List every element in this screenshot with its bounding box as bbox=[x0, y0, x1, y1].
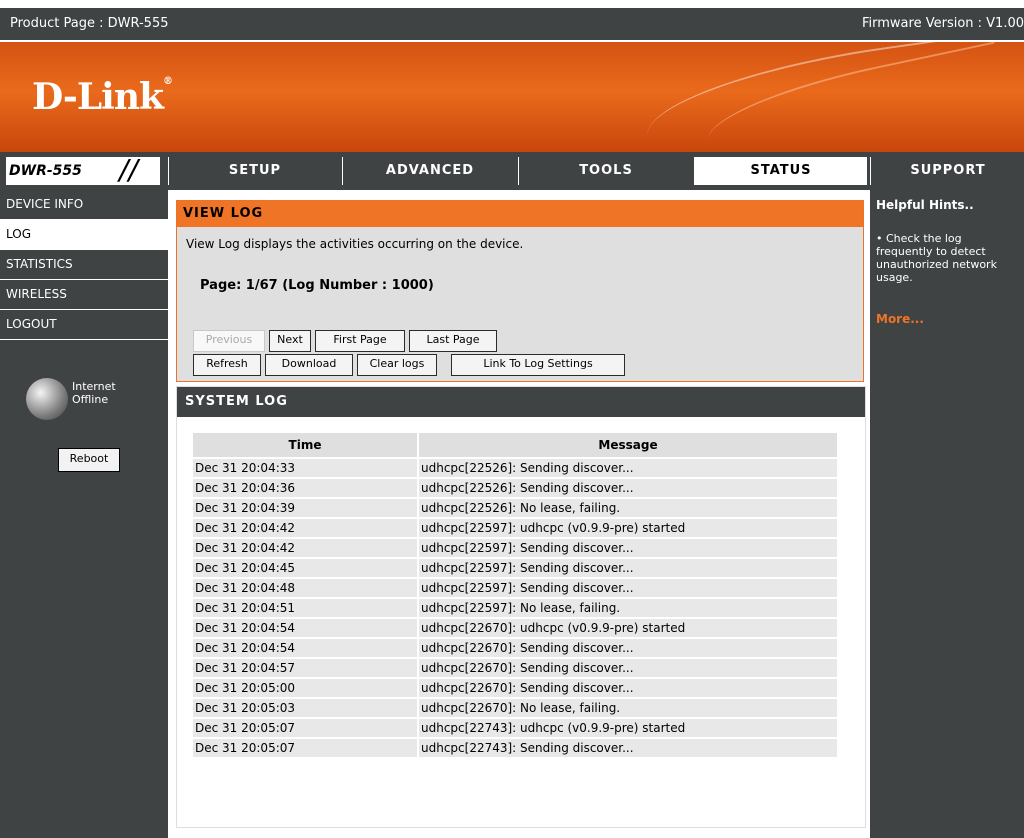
tab-support[interactable]: SUPPORT bbox=[870, 157, 1024, 185]
log-time-cell: Dec 31 20:04:57 bbox=[193, 659, 417, 677]
system-log-title: SYSTEM LOG bbox=[177, 387, 865, 417]
table-row: Dec 31 20:04:54 udhcpc[22670]: udhcpc (v0… bbox=[193, 619, 837, 637]
log-message-cell: udhcpc[22526]: Sending discover... bbox=[419, 479, 837, 497]
log-time-cell: Dec 31 20:04:45 bbox=[193, 559, 417, 577]
log-message-cell: udhcpc[22526]: Sending discover... bbox=[419, 459, 837, 477]
column-message: Message bbox=[419, 433, 837, 457]
log-time-cell: Dec 31 20:04:51 bbox=[193, 599, 417, 617]
log-time-cell: Dec 31 20:04:42 bbox=[193, 539, 417, 557]
log-time-cell: Dec 31 20:04:33 bbox=[193, 459, 417, 477]
log-message-cell: udhcpc[22670]: Sending discover... bbox=[419, 639, 837, 657]
log-time-cell: Dec 31 20:04:36 bbox=[193, 479, 417, 497]
more-link[interactable]: More... bbox=[876, 312, 924, 326]
next-button[interactable]: Next bbox=[269, 330, 311, 352]
log-time-cell: Dec 31 20:05:00 bbox=[193, 679, 417, 697]
helpful-hints-title: Helpful Hints.. bbox=[876, 198, 974, 212]
clear-logs-button[interactable]: Clear logs bbox=[357, 354, 437, 376]
log-message-cell: udhcpc[22670]: Sending discover... bbox=[419, 679, 837, 697]
log-time-cell: Dec 31 20:05:07 bbox=[193, 719, 417, 737]
table-row: Dec 31 20:04:45 udhcpc[22597]: Sending di… bbox=[193, 559, 837, 577]
top-bar-strip: Product Page : DWR-555 Firmware Version … bbox=[0, 8, 1024, 40]
table-row: Dec 31 20:04:54 udhcpc[22670]: Sending di… bbox=[193, 639, 837, 657]
tab-setup[interactable]: SETUP bbox=[168, 157, 341, 185]
reboot-button[interactable]: Reboot bbox=[58, 448, 120, 472]
table-row: Dec 31 20:04:57 udhcpc[22670]: Sending di… bbox=[193, 659, 837, 677]
firmware-version-label: Firmware Version : V1.00 bbox=[862, 16, 1024, 31]
log-message-cell: udhcpc[22597]: Sending discover... bbox=[419, 559, 837, 577]
sidebar: DEVICE INFO LOG STATISTICS WIRELESS LOGO… bbox=[0, 190, 168, 838]
sidebar-item-log[interactable]: LOG bbox=[0, 220, 168, 250]
table-row: Dec 31 20:04:42 udhcpc[22597]: udhcpc (v0… bbox=[193, 519, 837, 537]
view-log-panel: VIEW LOG View Log displays the activitie… bbox=[176, 200, 864, 382]
main-content: VIEW LOG View Log displays the activitie… bbox=[168, 190, 870, 838]
table-row: Dec 31 20:04:36 udhcpc[22526]: Sending di… bbox=[193, 479, 837, 497]
dlink-logo: D-Link® bbox=[32, 76, 173, 118]
log-message-cell: udhcpc[22597]: Sending discover... bbox=[419, 579, 837, 597]
model-badge: DWR-555 // bbox=[6, 153, 160, 186]
log-time-cell: Dec 31 20:04:42 bbox=[193, 519, 417, 537]
view-log-description: View Log displays the activities occurri… bbox=[186, 237, 524, 251]
first-page-button[interactable]: First Page bbox=[315, 330, 405, 352]
log-message-cell: udhcpc[22670]: No lease, failing. bbox=[419, 699, 837, 717]
table-row: Dec 31 20:04:42 udhcpc[22597]: Sending di… bbox=[193, 539, 837, 557]
helpful-hints-text: • Check the log frequently to detect una… bbox=[876, 232, 997, 284]
tab-status[interactable]: STATUS bbox=[694, 157, 867, 185]
internet-status: Internet Offline bbox=[26, 378, 146, 428]
page-info: Page: 1/67 (Log Number : 1000) bbox=[200, 278, 434, 293]
log-time-cell: Dec 31 20:04:48 bbox=[193, 579, 417, 597]
log-time-cell: Dec 31 20:04:39 bbox=[193, 499, 417, 517]
log-time-cell: Dec 31 20:05:07 bbox=[193, 739, 417, 757]
last-page-button[interactable]: Last Page bbox=[409, 330, 497, 352]
log-message-cell: udhcpc[22597]: Sending discover... bbox=[419, 539, 837, 557]
link-to-log-settings-button[interactable]: Link To Log Settings bbox=[451, 354, 625, 376]
table-row: Dec 31 20:05:07 udhcpc[22743]: udhcpc (v0… bbox=[193, 719, 837, 737]
table-row: Dec 31 20:05:03 udhcpc[22670]: No lease, … bbox=[193, 699, 837, 717]
product-page-label: Product Page : DWR-555 bbox=[10, 16, 169, 31]
log-message-cell: udhcpc[22597]: No lease, failing. bbox=[419, 599, 837, 617]
sidebar-item-device-info[interactable]: DEVICE INFO bbox=[0, 190, 168, 220]
log-time-cell: Dec 31 20:04:54 bbox=[193, 619, 417, 637]
brand-banner: D-Link® bbox=[0, 42, 1024, 152]
internet-status-text: Internet Offline bbox=[72, 380, 116, 406]
table-row: Dec 31 20:04:48 udhcpc[22597]: Sending di… bbox=[193, 579, 837, 597]
tab-tools[interactable]: TOOLS bbox=[518, 157, 693, 185]
log-message-cell: udhcpc[22670]: Sending discover... bbox=[419, 659, 837, 677]
log-time-cell: Dec 31 20:05:03 bbox=[193, 699, 417, 717]
main-nav: DWR-555 // SETUP ADVANCED TOOLS STATUS S… bbox=[0, 152, 1024, 190]
refresh-button[interactable]: Refresh bbox=[193, 354, 261, 376]
column-time: Time bbox=[193, 433, 417, 457]
table-row: Dec 31 20:04:33 udhcpc[22526]: Sending di… bbox=[193, 459, 837, 477]
internet-state: Offline bbox=[72, 393, 109, 406]
sidebar-item-logout[interactable]: LOGOUT bbox=[0, 310, 168, 340]
previous-button[interactable]: Previous bbox=[193, 330, 265, 352]
log-message-cell: udhcpc[22526]: No lease, failing. bbox=[419, 499, 837, 517]
table-row: Dec 31 20:04:39 udhcpc[22526]: No lease, … bbox=[193, 499, 837, 517]
table-row: Dec 31 20:05:07 udhcpc[22743]: Sending di… bbox=[193, 739, 837, 757]
table-row: Dec 31 20:05:00 udhcpc[22670]: Sending di… bbox=[193, 679, 837, 697]
table-header-row: Time Message bbox=[193, 433, 837, 457]
top-bar: Product Page : DWR-555 Firmware Version … bbox=[0, 0, 1024, 42]
helpful-hints-panel: Helpful Hints.. • Check the log frequent… bbox=[870, 190, 1024, 838]
log-message-cell: udhcpc[22743]: Sending discover... bbox=[419, 739, 837, 757]
view-log-title: VIEW LOG bbox=[177, 201, 863, 227]
log-message-cell: udhcpc[22743]: udhcpc (v0.9.9-pre) start… bbox=[419, 719, 837, 737]
tab-advanced[interactable]: ADVANCED bbox=[342, 157, 517, 185]
sidebar-item-statistics[interactable]: STATISTICS bbox=[0, 250, 168, 280]
sidebar-item-wireless[interactable]: WIRELESS bbox=[0, 280, 168, 310]
download-button[interactable]: Download bbox=[265, 354, 353, 376]
model-slash-decoration: // bbox=[119, 153, 138, 186]
log-time-cell: Dec 31 20:04:54 bbox=[193, 639, 417, 657]
system-log-table: Time Message Dec 31 20:04:33 udhcpc[22526… bbox=[191, 431, 839, 759]
log-message-cell: udhcpc[22670]: udhcpc (v0.9.9-pre) start… bbox=[419, 619, 837, 637]
model-name: DWR-555 bbox=[9, 163, 82, 179]
system-log-panel: SYSTEM LOG Time Message Dec 31 20:04:33 u… bbox=[176, 386, 866, 828]
internet-label: Internet bbox=[72, 380, 116, 393]
globe-icon bbox=[26, 378, 68, 420]
log-message-cell: udhcpc[22597]: udhcpc (v0.9.9-pre) start… bbox=[419, 519, 837, 537]
table-row: Dec 31 20:04:51 udhcpc[22597]: No lease, … bbox=[193, 599, 837, 617]
